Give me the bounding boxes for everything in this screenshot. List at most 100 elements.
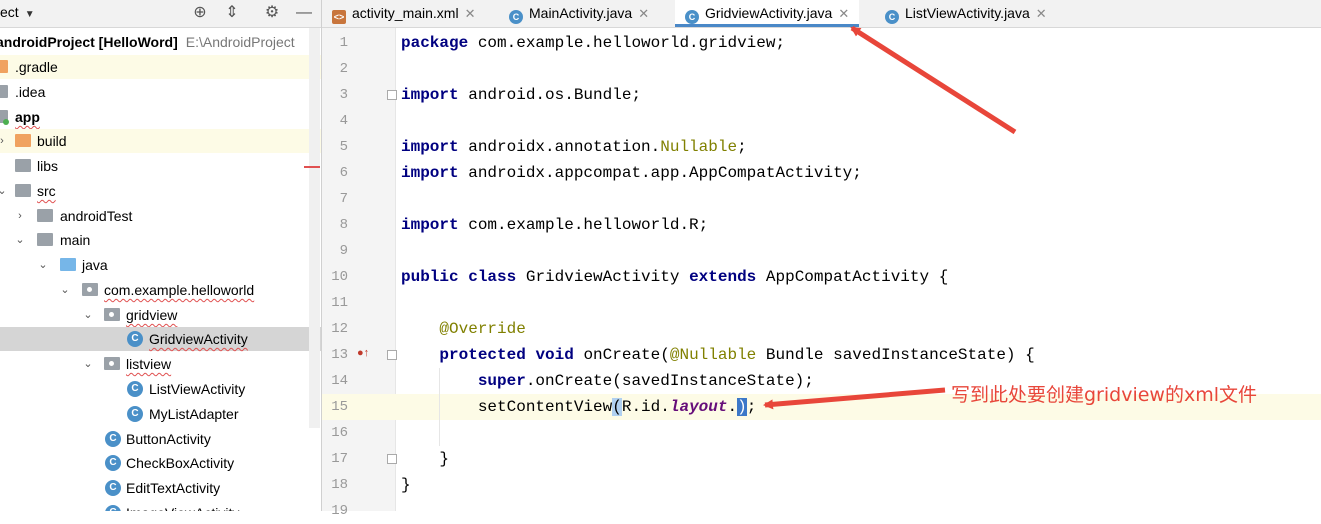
tree-item-java[interactable]: ⌄ java [0, 253, 321, 277]
error-marker [304, 166, 320, 168]
code-line-5[interactable]: import androidx.annotation.Nullable; [401, 134, 747, 160]
package-icon [104, 357, 120, 370]
tree-item-libs[interactable]: libs [0, 154, 321, 178]
code-line-14[interactable]: super.onCreate(savedInstanceState); [401, 368, 814, 394]
tree-item-main[interactable]: ⌄ main [0, 228, 321, 252]
tree-item-build[interactable]: › build [0, 129, 321, 153]
tree-item-label: listview [126, 356, 172, 372]
chevron-down-icon[interactable]: ⌄ [14, 228, 26, 252]
tree-item-label: gridview [126, 307, 178, 323]
code-line-18[interactable]: } [401, 472, 411, 498]
code-line-13[interactable]: protected void onCreate(@Nullable Bundle… [401, 342, 1034, 368]
class-icon: C [127, 331, 143, 347]
tree-item-label: app [15, 109, 40, 125]
tree-item-label: MyListAdapter [149, 406, 239, 422]
line-number: 14 [331, 373, 348, 389]
tree-item-package-helloworld[interactable]: ⌄ com.example.helloworld [0, 278, 321, 302]
tree-item-package-listview[interactable]: ⌄ listview [0, 352, 321, 376]
folder-icon [15, 184, 31, 197]
folder-icon [15, 134, 31, 147]
tree-item-listviewactivity[interactable]: C ListViewActivity [0, 377, 321, 401]
minimize-icon[interactable]: — [293, 3, 315, 23]
project-view-selector[interactable]: ect ▼ [0, 4, 35, 20]
line-number: 7 [339, 191, 348, 207]
tree-item-gridviewactivity[interactable]: C GridviewActivity [0, 327, 321, 351]
code-line-3[interactable]: import android.os.Bundle; [401, 82, 641, 108]
tree-item-label: ImageViewActivity [126, 501, 239, 511]
tree-item-src[interactable]: ⌄ src [0, 179, 321, 203]
close-icon[interactable]: ✕ [838, 6, 849, 21]
chevron-down-icon[interactable]: ⌄ [37, 253, 49, 277]
close-icon[interactable]: ✕ [1036, 6, 1047, 21]
tree-item-label: androidTest [60, 208, 133, 224]
fold-toggle-icon[interactable] [387, 90, 397, 100]
override-method-icon[interactable]: ●↑ [357, 347, 369, 359]
tree-item-buttonactivity[interactable]: C ButtonActivity [0, 427, 321, 451]
folder-icon [0, 85, 8, 98]
folder-icon [37, 209, 53, 222]
tab-label: MainActivity.java [529, 5, 633, 21]
code-line-8[interactable]: import com.example.helloworld.R; [401, 212, 708, 238]
tree-item-label: GridviewActivity [149, 331, 248, 347]
project-panel-scrollbar[interactable] [309, 28, 320, 428]
tree-item-app[interactable]: app [0, 105, 321, 129]
line-number: 18 [331, 477, 348, 493]
line-number: 13 [331, 347, 348, 363]
line-number: 4 [339, 113, 348, 129]
text-cursor: ) [737, 398, 747, 416]
tree-item-project-root[interactable]: androidProject [HelloWord] E:\AndroidProj… [0, 30, 321, 54]
locate-icon[interactable]: ⊕ [189, 3, 211, 23]
tab-gridviewactivity-java[interactable]: C GridviewActivity.java ✕ [675, 0, 860, 27]
tree-item-androidtest[interactable]: › androidTest [0, 204, 321, 228]
tree-item-edittextactivity[interactable]: C EditTextActivity [0, 476, 321, 500]
line-number: 11 [331, 295, 348, 311]
annotation-text: 写到此处要创建gridview的xml文件 [951, 384, 1257, 406]
code-line-17[interactable]: } [401, 446, 449, 472]
tree-item-label: ButtonActivity [126, 431, 211, 447]
class-icon: C [105, 455, 121, 471]
tree-item-label: .idea [15, 84, 46, 100]
chevron-down-icon[interactable]: ⌄ [82, 352, 94, 376]
tree-item-package-gridview[interactable]: ⌄ gridview [0, 303, 321, 327]
close-icon[interactable]: ✕ [638, 6, 649, 21]
tree-item-mylistadapter[interactable]: C MyListAdapter [0, 402, 321, 426]
fold-toggle-icon[interactable] [387, 454, 397, 464]
line-number: 10 [331, 269, 348, 285]
code-line-10[interactable]: public class GridviewActivity extends Ap… [401, 264, 948, 290]
tab-mainactivity-java[interactable]: C MainActivity.java ✕ [509, 0, 649, 27]
chevron-down-icon[interactable]: ⌄ [82, 303, 94, 327]
gear-icon[interactable]: ⚙ [261, 3, 283, 23]
code-line-12[interactable]: @Override [401, 316, 525, 342]
project-panel-header: ect ▼ ⊕ ⇕ ⚙ — [0, 0, 321, 28]
tree-item-label: build [37, 133, 67, 149]
chevron-down-icon[interactable]: ⌄ [59, 278, 71, 302]
tab-activity-main-xml[interactable]: <> activity_main.xml ✕ [332, 0, 476, 27]
code-line-15[interactable]: setContentView(R.id.layout.); [401, 394, 756, 420]
chevron-down-icon[interactable]: ▼ [25, 9, 35, 20]
project-panel: ect ▼ ⊕ ⇕ ⚙ — androidProject [HelloWord] E… [0, 0, 322, 511]
tree-item-imageviewactivity[interactable]: C ImageViewActivity [0, 501, 321, 511]
line-number: 17 [331, 451, 348, 467]
line-number: 9 [339, 243, 348, 259]
line-number: 19 [331, 503, 348, 519]
tree-item-label: CheckBoxActivity [126, 455, 235, 471]
chevron-right-icon[interactable]: › [14, 204, 26, 228]
tree-item-checkboxactivity[interactable]: C CheckBoxActivity [0, 451, 321, 475]
line-number: 6 [339, 165, 348, 181]
line-number: 2 [339, 61, 348, 77]
tree-item-label: main [60, 232, 91, 248]
package-icon [82, 283, 98, 296]
class-icon: C [105, 480, 121, 496]
tree-item-label: ListViewActivity [149, 381, 246, 397]
code-line-6[interactable]: import androidx.appcompat.app.AppCompatA… [401, 160, 862, 186]
tree-item-gradle[interactable]: .gradle [0, 55, 321, 79]
tree-item-idea[interactable]: .idea [0, 80, 321, 104]
chevron-right-icon[interactable]: › [0, 129, 8, 153]
chevron-down-icon[interactable]: ⌄ [0, 179, 8, 203]
collapse-all-icon[interactable]: ⇕ [221, 3, 243, 23]
tree-item-label: EditTextActivity [126, 480, 221, 496]
close-icon[interactable]: ✕ [465, 6, 476, 21]
tab-listviewactivity-java[interactable]: C ListViewActivity.java ✕ [885, 0, 1047, 27]
fold-toggle-icon[interactable] [387, 350, 397, 360]
code-line-1[interactable]: package com.example.helloworld.gridview; [401, 30, 785, 56]
